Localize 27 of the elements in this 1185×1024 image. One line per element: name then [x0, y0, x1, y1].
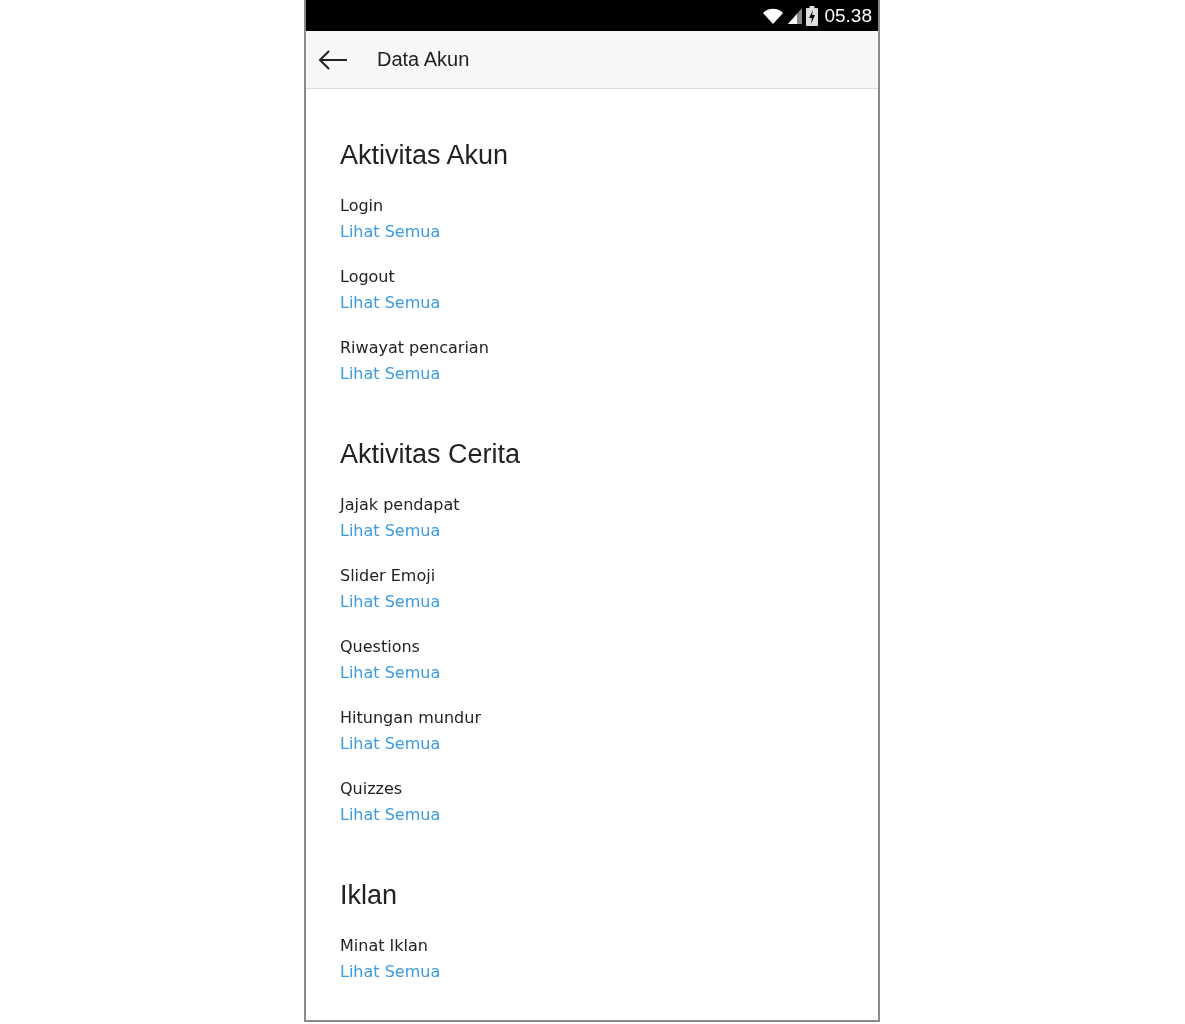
item-label: Riwayat pencarian: [340, 337, 489, 359]
signal-icon: [787, 6, 804, 25]
see-all-link[interactable]: Lihat Semua: [340, 959, 441, 985]
item-label: Login: [340, 195, 384, 217]
item-label: Slider Emoji: [340, 565, 436, 587]
battery-charging-icon: [806, 5, 819, 26]
item-label: Jajak pendapat: [340, 494, 460, 516]
see-all-link[interactable]: Lihat Semua: [340, 731, 441, 757]
see-all-link[interactable]: Lihat Semua: [340, 361, 441, 387]
item-label: Quizzes: [340, 778, 403, 800]
section-heading: Aktivitas Akun: [340, 139, 510, 172]
back-button[interactable]: [318, 48, 350, 71]
clock-time: 05.38: [824, 4, 872, 27]
item-label: Logout: [340, 266, 395, 288]
section-heading: Iklan: [340, 879, 399, 912]
see-all-link[interactable]: Lihat Semua: [340, 518, 441, 544]
see-all-link[interactable]: Lihat Semua: [340, 589, 441, 615]
see-all-link[interactable]: Lihat Semua: [340, 660, 441, 686]
item-label: Questions: [340, 636, 420, 658]
item-label: Minat Iklan: [340, 935, 428, 957]
screen-title: Data Akun: [377, 48, 470, 71]
see-all-link[interactable]: Lihat Semua: [340, 802, 441, 828]
see-all-link[interactable]: Lihat Semua: [340, 290, 441, 316]
wifi-icon: [762, 6, 785, 25]
section-heading: Aktivitas Cerita: [340, 438, 522, 471]
item-label: Hitungan mundur: [340, 707, 481, 729]
see-all-link[interactable]: Lihat Semua: [340, 219, 441, 245]
